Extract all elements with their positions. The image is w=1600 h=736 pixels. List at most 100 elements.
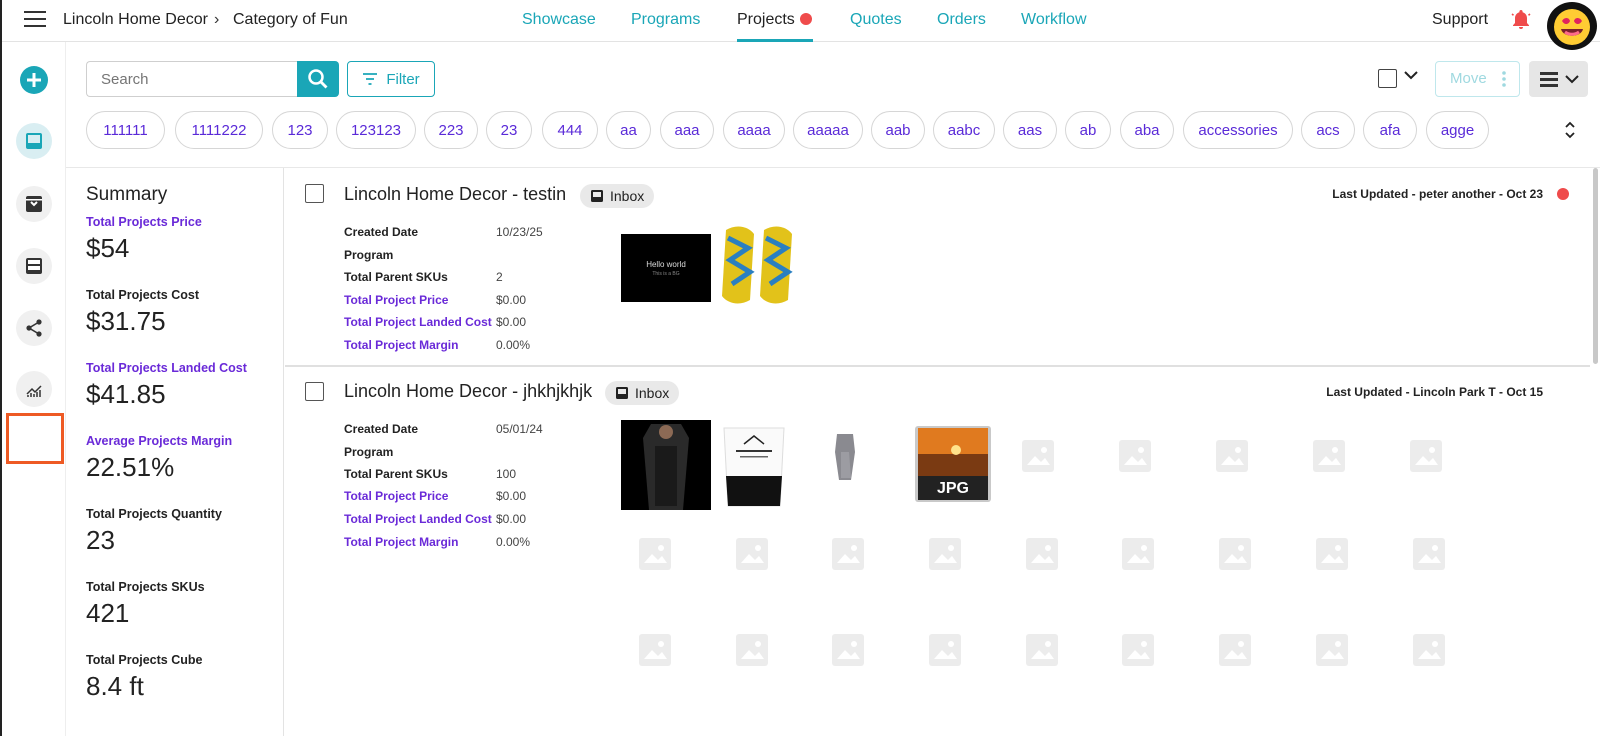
- summary-label: Total Projects Cube: [86, 653, 203, 667]
- rail-share[interactable]: [16, 310, 52, 346]
- support-link[interactable]: Support: [1432, 11, 1488, 29]
- move-button[interactable]: Move: [1435, 61, 1520, 97]
- tag-chip[interactable]: aas: [1003, 111, 1057, 149]
- project-title[interactable]: Lincoln Home Decor - testin: [344, 184, 566, 205]
- list-view-icon: [1539, 72, 1558, 87]
- summary-value: 421: [86, 598, 130, 628]
- tag-chip[interactable]: ab: [1065, 111, 1111, 149]
- rail-analytics[interactable]: [16, 371, 52, 407]
- margin-value: 0.00%: [496, 535, 531, 549]
- tag-chip[interactable]: afa: [1363, 111, 1417, 149]
- rail-archive[interactable]: [16, 186, 52, 222]
- landed-value: $0.00: [496, 315, 527, 329]
- top-bar: Lincoln Home Decor › Category of Fun Sho…: [2, 0, 1600, 50]
- more-vertical-icon[interactable]: [1501, 70, 1507, 88]
- breadcrumb-category[interactable]: Category of Fun: [233, 11, 348, 29]
- summary-label: Total Projects Quantity: [86, 507, 222, 521]
- parent-skus-value: 2: [496, 270, 503, 284]
- breadcrumb-company[interactable]: Lincoln Home Decor: [63, 11, 208, 29]
- field-label: Total Project Price: [344, 489, 449, 503]
- scrollbar[interactable]: [1593, 168, 1598, 364]
- rail-inbox-tray[interactable]: [16, 248, 52, 284]
- active-tab-indicator: [737, 39, 813, 42]
- avatar[interactable]: [1547, 2, 1597, 50]
- tag-chip[interactable]: agge: [1426, 111, 1489, 149]
- rail-inbox[interactable]: [16, 123, 52, 159]
- tag-chip[interactable]: aaaaa: [793, 111, 863, 149]
- thumbnail-text: Hello world: [646, 260, 686, 269]
- image-placeholder-icon: [929, 634, 961, 666]
- tag-chip[interactable]: 123123: [336, 111, 416, 149]
- expand-chips-icon[interactable]: [1564, 120, 1576, 140]
- thumbnail-text: This is a BG: [652, 271, 680, 277]
- notification-dot: [800, 13, 812, 25]
- image-placeholder-icon: [1122, 538, 1154, 570]
- project-title[interactable]: Lincoln Home Decor - jhkhjkhjk: [344, 381, 592, 402]
- tag-chip[interactable]: 23: [486, 111, 532, 149]
- field-label: Program: [344, 445, 394, 459]
- price-value: $0.00: [496, 489, 527, 503]
- tag-chip[interactable]: accessories: [1183, 111, 1293, 149]
- project-checkbox[interactable]: [305, 382, 324, 401]
- product-thumbnail[interactable]: [718, 224, 808, 306]
- tag-chip[interactable]: aaa: [660, 111, 714, 149]
- filter-label: Filter: [386, 70, 420, 88]
- tag-chip[interactable]: aba: [1120, 111, 1174, 149]
- project-checkbox[interactable]: [305, 184, 324, 203]
- nav-showcase[interactable]: Showcase: [522, 11, 596, 29]
- image-placeholder-icon: [736, 538, 768, 570]
- inbox-icon: [26, 133, 42, 149]
- image-placeholder-icon: [1026, 634, 1058, 666]
- product-thumbnail[interactable]: [621, 420, 711, 510]
- view-toggle-button[interactable]: [1529, 61, 1588, 97]
- filter-button[interactable]: Filter: [347, 61, 435, 97]
- folder-chip[interactable]: Inbox: [605, 381, 680, 405]
- nav-projects[interactable]: Projects: [737, 11, 795, 29]
- field-label: Program: [344, 248, 394, 262]
- landed-value: $0.00: [496, 512, 527, 526]
- tag-chip[interactable]: 123: [272, 111, 328, 149]
- image-placeholder-icon: [1219, 634, 1251, 666]
- price-value: $0.00: [496, 293, 527, 307]
- tag-chip[interactable]: aab: [871, 111, 925, 149]
- project-card[interactable]: Lincoln Home Decor - testin Inbox Last U…: [285, 168, 1590, 365]
- bell-icon[interactable]: [1509, 8, 1533, 32]
- image-placeholder-icon: [639, 634, 671, 666]
- summary-value: $54: [86, 233, 130, 263]
- menu-icon[interactable]: [24, 11, 46, 29]
- margin-value: 0.00%: [496, 338, 531, 352]
- tag-chip[interactable]: aaaa: [723, 111, 785, 149]
- nav-orders[interactable]: Orders: [937, 11, 986, 29]
- summary-label: Average Projects Margin: [86, 434, 233, 448]
- product-thumbnail[interactable]: [831, 432, 859, 482]
- summary-value: 23: [86, 525, 115, 555]
- search-input[interactable]: [86, 61, 297, 97]
- field-label: Total Project Margin: [344, 535, 459, 549]
- chevron-down-icon[interactable]: [1404, 70, 1418, 80]
- tag-chip[interactable]: 1111222: [175, 111, 263, 149]
- project-card[interactable]: Lincoln Home Decor - jhkhjkhjk Inbox Las…: [285, 367, 1590, 736]
- parent-skus-value: 100: [496, 467, 517, 481]
- image-placeholder-icon: [639, 538, 671, 570]
- image-placeholder-icon: [1316, 538, 1348, 570]
- select-all-checkbox[interactable]: [1378, 69, 1397, 88]
- tag-chip[interactable]: 223: [424, 111, 478, 149]
- tag-chip[interactable]: acs: [1301, 111, 1355, 149]
- filter-icon: [363, 73, 378, 85]
- nav-workflow[interactable]: Workflow: [1021, 11, 1087, 29]
- field-label: Total Project Margin: [344, 338, 459, 352]
- left-rail: [2, 42, 66, 736]
- product-thumbnail[interactable]: Hello world This is a BG: [621, 234, 711, 302]
- nav-programs[interactable]: Programs: [631, 11, 700, 29]
- image-placeholder-icon: [1410, 440, 1442, 472]
- tag-chip[interactable]: 111111: [86, 111, 165, 149]
- tag-chip[interactable]: 444: [542, 111, 598, 149]
- tag-chip[interactable]: aa: [606, 111, 651, 149]
- add-button[interactable]: [16, 62, 52, 98]
- search-icon: [308, 69, 328, 89]
- product-thumbnail[interactable]: [718, 420, 790, 510]
- folder-chip[interactable]: Inbox: [580, 184, 655, 208]
- search-button[interactable]: [297, 61, 339, 97]
- nav-quotes[interactable]: Quotes: [850, 11, 902, 29]
- tag-chip[interactable]: aabc: [933, 111, 995, 149]
